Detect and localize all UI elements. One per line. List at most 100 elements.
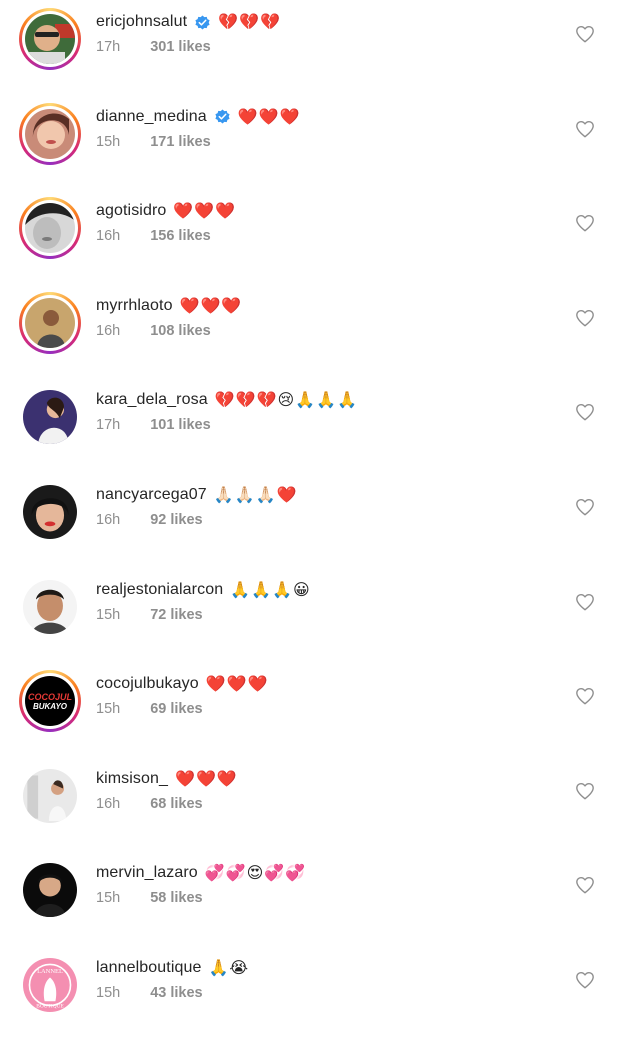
comment-row: mervin_lazaro 💞💞😍💞💞 15h 58 likes xyxy=(0,854,627,948)
comment-content: cocojulbukayo ❤️❤️❤️ 15h 69 likes xyxy=(96,672,557,721)
verified-badge-icon xyxy=(214,108,231,125)
comment-likes[interactable]: 68 likes xyxy=(150,796,202,816)
comment-likes[interactable]: 156 likes xyxy=(150,228,210,248)
comment-content: kimsison_ ❤️❤️❤️ 16h 68 likes xyxy=(96,767,557,816)
username-link[interactable]: nancyarcega07 xyxy=(96,486,207,504)
username-link[interactable]: myrrhlaoto xyxy=(96,297,173,315)
comment-time[interactable]: 17h xyxy=(96,417,120,437)
comment-text: 💞💞😍💞💞 xyxy=(204,863,307,883)
like-heart-icon[interactable] xyxy=(575,782,595,800)
avatar-image xyxy=(25,108,75,159)
username-link[interactable]: mervin_lazaro xyxy=(96,864,198,882)
username-link[interactable]: lannelboutique xyxy=(96,959,202,977)
avatar[interactable]: COCOJUL BUKAYO xyxy=(19,670,81,733)
comment-content: dianne_medina ❤️❤️❤️ 15h 171 likes xyxy=(96,105,557,154)
like-heart-icon[interactable] xyxy=(575,876,595,894)
avatar-image xyxy=(25,14,75,64)
like-heart-icon[interactable] xyxy=(575,498,595,516)
username-link[interactable]: dianne_medina xyxy=(96,108,207,126)
avatar[interactable] xyxy=(19,8,81,70)
comment-likes[interactable]: 43 likes xyxy=(150,985,202,1005)
avatar-image xyxy=(23,768,77,823)
comment-likes[interactable]: 101 likes xyxy=(150,417,210,437)
comment-likes[interactable]: 58 likes xyxy=(150,890,202,910)
username-link[interactable]: kara_dela_rosa xyxy=(96,391,208,409)
comment-likes[interactable]: 69 likes xyxy=(150,701,202,721)
avatar-image xyxy=(25,297,75,348)
comment-content: ericjohnsalut 💔💔💔 17h 301 likes xyxy=(96,10,557,59)
avatar-image xyxy=(23,579,77,634)
like-heart-icon[interactable] xyxy=(575,593,595,611)
avatar-image xyxy=(23,485,77,539)
comment-row: realjestonialarcon 🙏🙏🙏😀 15h 72 likes xyxy=(0,571,627,665)
comment-likes[interactable]: 72 likes xyxy=(150,607,202,627)
username-link[interactable]: agotisidro xyxy=(96,202,166,220)
comment-row: COCOJUL BUKAYO cocojulbukayo ❤️❤️❤️ 15h 6… xyxy=(0,665,627,759)
like-heart-icon[interactable] xyxy=(575,309,595,327)
avatar[interactable] xyxy=(19,765,81,827)
comment-time[interactable]: 17h xyxy=(96,39,120,59)
like-heart-icon[interactable] xyxy=(575,687,595,705)
like-heart-icon[interactable] xyxy=(575,403,595,421)
comment-time[interactable]: 15h xyxy=(96,701,120,721)
comment-time[interactable]: 16h xyxy=(96,228,120,248)
avatar[interactable] xyxy=(19,859,81,921)
comment-text: ❤️❤️❤️ xyxy=(237,106,301,126)
username-link[interactable]: realjestonialarcon xyxy=(96,581,223,599)
username-link[interactable]: cocojulbukayo xyxy=(96,675,199,693)
avatar[interactable] xyxy=(19,102,81,165)
avatar[interactable] xyxy=(19,481,81,543)
comment-content: kara_dela_rosa 💔💔💔😢🙏🙏🙏 17h 101 likes xyxy=(96,388,557,437)
comment-text: 🙏😭 xyxy=(208,958,250,977)
comment-row: dianne_medina ❤️❤️❤️ 15h 171 likes xyxy=(0,98,627,192)
svg-text:BUKAYO: BUKAYO xyxy=(33,702,68,711)
comment-text: ❤️❤️❤️ xyxy=(205,674,269,694)
username-link[interactable]: kimsison_ xyxy=(96,770,168,788)
avatar[interactable]: LANNEL BOUTIQUE xyxy=(19,954,81,1016)
comment-text: ❤️❤️❤️ xyxy=(173,201,237,221)
avatar[interactable] xyxy=(19,291,81,354)
comment-likes[interactable]: 92 likes xyxy=(150,512,202,532)
comment-row: LANNEL BOUTIQUE lannelboutique 🙏😭 15h 43 … xyxy=(0,949,627,1043)
comment-text: 🙏🏻🙏🏻🙏🏻❤️ xyxy=(213,485,298,504)
comment-content: realjestonialarcon 🙏🙏🙏😀 15h 72 likes xyxy=(96,578,557,627)
verified-badge-icon xyxy=(194,14,211,31)
like-heart-icon[interactable] xyxy=(575,971,595,989)
comment-time[interactable]: 15h xyxy=(96,890,120,910)
comment-content: mervin_lazaro 💞💞😍💞💞 15h 58 likes xyxy=(96,861,557,910)
comment-text: 💔💔💔 xyxy=(218,12,281,31)
svg-text:COCOJUL: COCOJUL xyxy=(28,692,72,702)
like-heart-icon[interactable] xyxy=(575,214,595,232)
svg-text:BOUTIQUE: BOUTIQUE xyxy=(36,1004,64,1010)
avatar-image xyxy=(23,390,77,445)
avatar[interactable] xyxy=(19,576,81,638)
comment-text: 💔💔💔😢🙏🙏🙏 xyxy=(214,390,358,410)
comment-time[interactable]: 15h xyxy=(96,134,120,154)
avatar[interactable] xyxy=(19,197,81,260)
like-heart-icon[interactable] xyxy=(575,120,595,138)
avatar-image xyxy=(23,863,77,918)
comment-row: nancyarcega07 🙏🏻🙏🏻🙏🏻❤️ 16h 92 likes xyxy=(0,476,627,570)
avatar[interactable] xyxy=(19,386,81,448)
comment-row: myrrhlaoto ❤️❤️❤️ 16h 108 likes xyxy=(0,287,627,381)
comment-likes[interactable]: 301 likes xyxy=(150,39,210,59)
comment-row: kimsison_ ❤️❤️❤️ 16h 68 likes xyxy=(0,760,627,854)
comment-time[interactable]: 16h xyxy=(96,512,120,532)
comment-likes[interactable]: 171 likes xyxy=(150,134,210,154)
comment-time[interactable]: 15h xyxy=(96,985,120,1005)
avatar-image: LANNEL BOUTIQUE xyxy=(23,958,77,1012)
comment-likes[interactable]: 108 likes xyxy=(150,323,210,343)
comment-text: ❤️❤️❤️ xyxy=(179,295,243,315)
comment-row: agotisidro ❤️❤️❤️ 16h 156 likes xyxy=(0,192,627,286)
comment-time[interactable]: 16h xyxy=(96,323,120,343)
comments-list: ericjohnsalut 💔💔💔 17h 301 likes dianne_m… xyxy=(0,0,627,1024)
comment-time[interactable]: 16h xyxy=(96,796,120,816)
username-link[interactable]: ericjohnsalut xyxy=(96,13,187,31)
avatar-image xyxy=(25,203,75,254)
avatar-image: COCOJUL BUKAYO xyxy=(25,676,75,727)
like-heart-icon[interactable] xyxy=(575,25,595,43)
comment-content: lannelboutique 🙏😭 15h 43 likes xyxy=(96,956,557,1005)
comment-text: 🙏🙏🙏😀 xyxy=(230,579,311,599)
comment-time[interactable]: 15h xyxy=(96,607,120,627)
svg-text:LANNEL: LANNEL xyxy=(37,968,63,975)
